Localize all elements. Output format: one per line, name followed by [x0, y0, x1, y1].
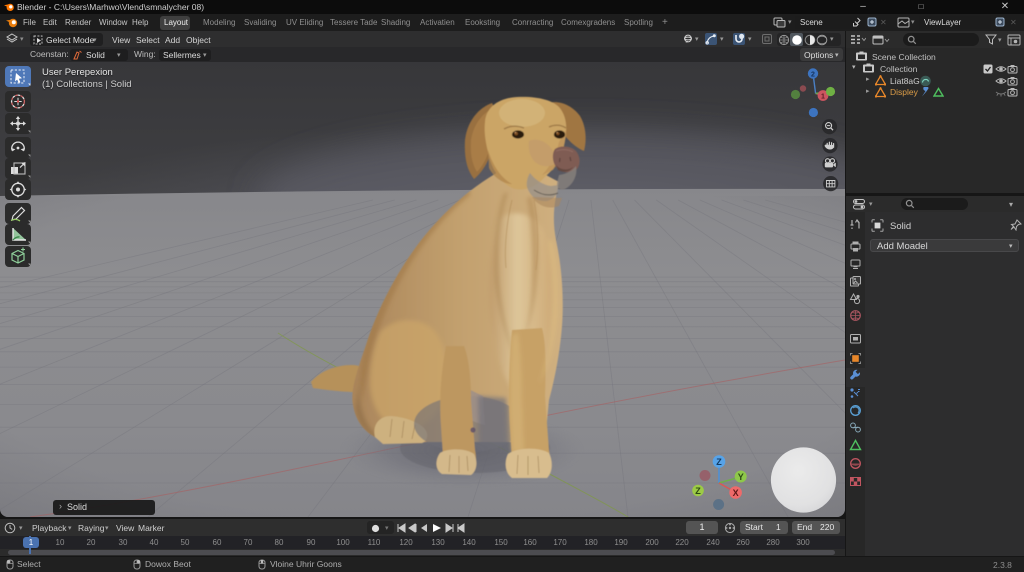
svg-text:2: 2 [811, 71, 815, 78]
svg-text:Y: Y [738, 472, 744, 482]
svg-text:1: 1 [821, 93, 825, 100]
svg-text:Z: Z [716, 457, 722, 467]
svg-text:Z: Z [695, 486, 701, 496]
svg-text:X: X [733, 488, 739, 498]
